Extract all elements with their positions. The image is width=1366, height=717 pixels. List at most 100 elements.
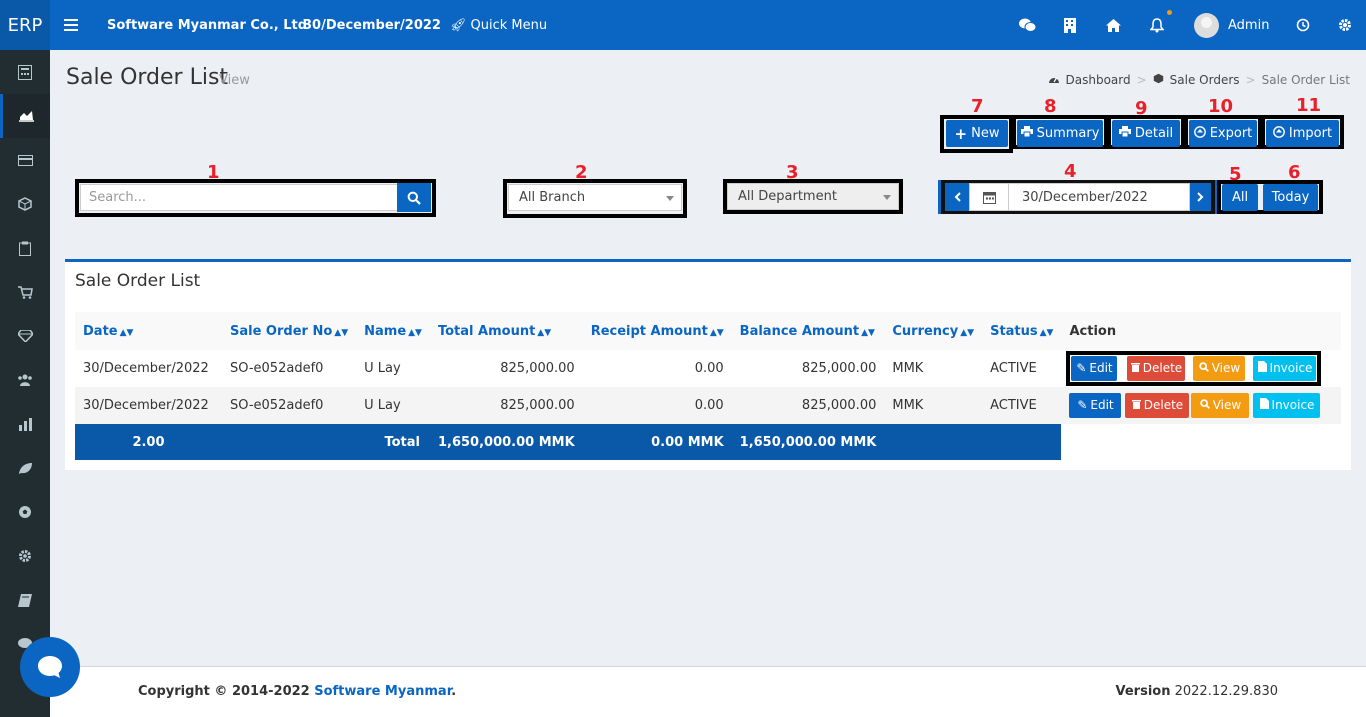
column-header-currency[interactable]: Currency ▲▼ — [884, 312, 983, 350]
chat-icon[interactable] — [1016, 0, 1038, 50]
quick-menu-link[interactable]: 🚀︎ Quick Menu — [450, 0, 547, 50]
pencil-icon: ✎ — [1076, 361, 1087, 375]
search-input[interactable]: Search... — [80, 184, 398, 211]
avatar[interactable] — [1194, 13, 1219, 38]
building-icon[interactable] — [1060, 0, 1080, 50]
edit-button[interactable]: ✎ Edit — [1071, 355, 1118, 381]
cell-total-amount: 825,000.00 — [429, 350, 583, 387]
sort-icon: ▲▼ — [960, 327, 975, 338]
print-icon — [1020, 126, 1033, 141]
users-icon[interactable] — [0, 358, 50, 402]
detail-button[interactable]: Detail — [1112, 120, 1180, 147]
gear-icon[interactable] — [1335, 0, 1355, 50]
cell-currency: MMK — [884, 350, 983, 387]
marker-8: 8 — [1044, 96, 1057, 117]
sidebar — [0, 50, 50, 717]
cell-total-amount: 825,000.00 — [429, 387, 583, 424]
view-button[interactable]: View — [1191, 392, 1250, 418]
cell-currency: MMK — [884, 387, 983, 424]
home-icon[interactable] — [1103, 0, 1123, 50]
search-button[interactable] — [397, 183, 431, 212]
leaf-icon[interactable] — [0, 446, 50, 490]
calculator-icon[interactable] — [0, 50, 50, 94]
calendar-icon[interactable] — [969, 183, 1009, 211]
copyright: Copyright © 2014-2022 Software Myanmar. — [138, 684, 457, 699]
department-select[interactable]: All Department — [727, 183, 899, 210]
export-button[interactable]: Export — [1189, 120, 1257, 147]
book-icon[interactable] — [0, 578, 50, 622]
column-header-status[interactable]: Status ▲▼ — [982, 312, 1062, 350]
cell-date: 30/December/2022 — [75, 387, 222, 424]
chevron-down-icon — [883, 195, 891, 200]
column-header-action: Action — [1061, 312, 1341, 350]
chevron-down-icon — [666, 196, 674, 201]
company-link[interactable]: Software Myanmar — [314, 684, 451, 699]
cart-icon[interactable] — [0, 270, 50, 314]
clipboard-icon[interactable] — [0, 226, 50, 270]
sales-chart-icon[interactable] — [0, 94, 50, 138]
cell-balance-amount: 825,000.00 — [731, 350, 885, 387]
cube-icon — [1153, 73, 1164, 87]
column-header-total-amount[interactable]: Total Amount ▲▼ — [429, 312, 583, 350]
column-header-date[interactable]: Date ▲▼ — [75, 312, 222, 350]
user-name[interactable]: Admin — [1228, 0, 1269, 50]
sort-icon: ▲▼ — [537, 327, 552, 338]
sort-icon: ▲▼ — [1039, 327, 1054, 338]
import-button[interactable]: Import — [1266, 120, 1339, 147]
delete-button[interactable]: Delete — [1127, 355, 1186, 381]
all-button[interactable]: All — [1222, 184, 1258, 211]
bell-icon[interactable] — [1147, 0, 1167, 50]
delete-button[interactable]: Delete — [1125, 392, 1190, 418]
company-name[interactable]: Software Myanmar Co., Ltd — [107, 0, 307, 50]
table-row[interactable]: 30/December/2022 SO-e052adef0 U Lay 825,… — [75, 350, 1341, 387]
chat-widget-button[interactable] — [20, 637, 80, 697]
logo[interactable]: ERP — [0, 0, 50, 50]
detail-label: Detail — [1134, 126, 1174, 141]
cell-name: U Lay — [356, 387, 430, 424]
next-day-button[interactable] — [1190, 183, 1211, 211]
pencil-icon: ✎ — [1077, 398, 1088, 412]
breadcrumb-separator: > — [1245, 73, 1256, 87]
search-icon — [1198, 361, 1209, 375]
cell-actions: ✎ Edit Delete View Invoice — [1061, 350, 1341, 387]
view-button[interactable]: View — [1193, 355, 1246, 381]
new-label: New — [971, 126, 1000, 141]
department-value: All Department — [738, 189, 837, 204]
edit-button[interactable]: ✎ Edit — [1069, 392, 1122, 418]
column-header-receipt-amount[interactable]: Receipt Amount ▲▼ — [582, 312, 732, 350]
print-icon — [1118, 126, 1131, 141]
table-row[interactable]: 30/December/2022 SO-e052adef0 U Lay 825,… — [75, 387, 1341, 424]
sort-icon: ▲▼ — [334, 327, 349, 338]
breadcrumb-dashboard[interactable]: Dashboard — [1066, 73, 1131, 87]
summary-button[interactable]: Summary — [1017, 120, 1103, 147]
credit-card-icon[interactable] — [0, 138, 50, 182]
soccer-ball-icon[interactable] — [0, 490, 50, 534]
invoice-button[interactable]: Invoice — [1253, 392, 1321, 418]
cell-status: ACTIVE — [982, 387, 1062, 424]
today-button[interactable]: Today — [1263, 184, 1318, 211]
menu-toggle-icon[interactable] — [60, 0, 82, 50]
top-navbar: ERP Software Myanmar Co., Ltd 30/Decembe… — [0, 0, 1366, 50]
new-button[interactable]: + New — [946, 120, 1008, 147]
file-icon — [1259, 398, 1269, 412]
branch-select[interactable]: All Branch — [508, 184, 682, 211]
cell-receipt-amount: 0.00 — [582, 387, 732, 424]
invoice-button[interactable]: Invoice — [1253, 355, 1317, 381]
diamond-icon[interactable] — [0, 314, 50, 358]
current-date: 30/December/2022 — [303, 17, 441, 33]
previous-day-button[interactable] — [945, 183, 969, 211]
breadcrumb-sale-orders[interactable]: Sale Orders — [1170, 73, 1240, 87]
settings-icon[interactable] — [0, 534, 50, 578]
sort-icon: ▲▼ — [119, 327, 134, 338]
history-icon[interactable] — [1293, 0, 1313, 50]
column-header-name[interactable]: Name ▲▼ — [356, 312, 430, 350]
version-info: Version 2022.12.29.830 — [1115, 684, 1279, 699]
bar-chart-icon[interactable] — [0, 402, 50, 446]
chat-bubble-icon — [38, 656, 62, 678]
search-icon — [1199, 398, 1210, 412]
column-header-sale-order-no[interactable]: Sale Order No ▲▼ — [222, 312, 357, 350]
column-header-balance-amount[interactable]: Balance Amount ▲▼ — [731, 312, 885, 350]
chevron-left-icon — [954, 192, 961, 202]
date-input[interactable]: 30/December/2022 — [1008, 183, 1190, 211]
cube-icon[interactable] — [0, 182, 50, 226]
